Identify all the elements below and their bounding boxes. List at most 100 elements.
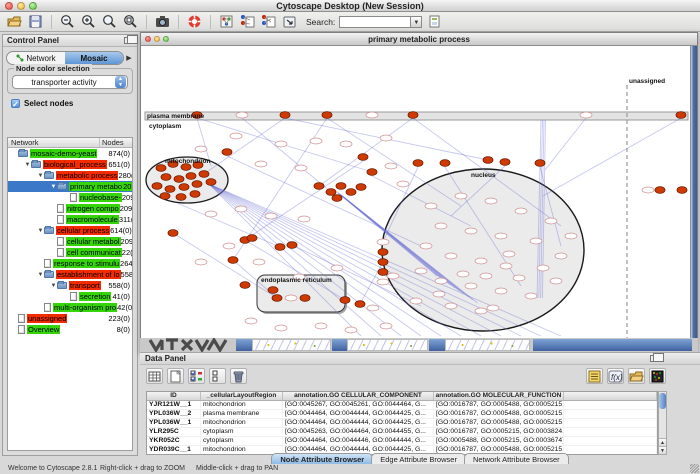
gene-node[interactable] xyxy=(495,288,507,294)
node-color-select[interactable]: transporter activity ▲▼ xyxy=(12,75,128,89)
network-vertical-scrollbar[interactable] xyxy=(690,46,697,338)
selected-gene-node[interactable] xyxy=(336,183,346,190)
gene-node[interactable] xyxy=(380,323,392,329)
zoom-out-icon[interactable] xyxy=(59,14,76,30)
zoom-fit-icon[interactable] xyxy=(122,14,139,30)
tab-overflow-button[interactable]: ▶ xyxy=(124,54,134,62)
gene-node[interactable] xyxy=(345,327,357,333)
gene-node[interactable] xyxy=(457,271,469,277)
gene-node[interactable] xyxy=(580,112,592,118)
gene-node[interactable] xyxy=(433,291,445,297)
gene-node[interactable] xyxy=(465,283,477,289)
tree-row-macromolecule[interactable]: macromolecule311(0) xyxy=(8,214,132,225)
selected-gene-node[interactable] xyxy=(378,259,388,266)
gene-node[interactable] xyxy=(380,135,392,141)
selected-gene-node[interactable] xyxy=(275,244,285,251)
gene-node[interactable] xyxy=(475,308,487,314)
selected-gene-node[interactable] xyxy=(535,160,545,167)
column-header-2[interactable]: annotation.GO CELLULAR_COMPONENT xyxy=(283,392,434,400)
gene-node[interactable] xyxy=(435,223,447,229)
tree-row-response-to-stimulu[interactable]: response to stimulu264(0) xyxy=(8,258,132,269)
tree-row-nitrogen-compo[interactable]: nitrogen compo209(0) xyxy=(8,203,132,214)
table-row[interactable]: YPL036W__1mitochondrion[GO:0044464, GO:0… xyxy=(147,419,657,428)
expand-arrow-icon[interactable]: ▼ xyxy=(50,184,57,190)
gene-node[interactable] xyxy=(310,138,322,144)
selected-gene-node[interactable] xyxy=(322,112,332,119)
selected-gene-node[interactable] xyxy=(367,169,377,176)
function-builder-icon[interactable]: f(x) xyxy=(607,368,624,384)
gene-node[interactable] xyxy=(236,112,248,118)
select-nodes-checkbox[interactable]: ✓ xyxy=(11,99,20,108)
gene-node[interactable] xyxy=(500,263,512,269)
gene-node[interactable] xyxy=(435,278,447,284)
table-row[interactable]: YPL036W__2plasma membrane[GO:0044464, GO… xyxy=(147,410,657,419)
attribute-table-icon[interactable] xyxy=(146,368,163,384)
gene-node[interactable] xyxy=(255,161,267,167)
selected-gene-node[interactable] xyxy=(152,183,162,190)
selected-gene-node[interactable] xyxy=(206,179,216,186)
gene-node[interactable] xyxy=(485,198,497,204)
selected-gene-node[interactable] xyxy=(378,249,388,256)
gene-node[interactable] xyxy=(495,233,507,239)
column-header-0[interactable]: ID xyxy=(147,392,201,400)
selected-gene-node[interactable] xyxy=(326,189,336,196)
gene-node[interactable] xyxy=(253,259,265,265)
gene-node[interactable] xyxy=(397,181,409,187)
gene-node[interactable] xyxy=(230,133,242,139)
tree-row-nucleobase-[interactable]: nucleobase-209(0) xyxy=(8,192,132,203)
gene-node[interactable] xyxy=(642,187,654,193)
gene-node[interactable] xyxy=(515,208,527,214)
tab-mosaic[interactable]: Mosaic xyxy=(65,52,123,64)
gene-node[interactable] xyxy=(298,216,310,222)
selected-gene-node[interactable] xyxy=(280,112,290,119)
gene-node[interactable] xyxy=(420,243,432,249)
selected-gene-node[interactable] xyxy=(340,297,350,304)
column-header-1[interactable]: _cellularLayoutRegion xyxy=(201,392,283,400)
gene-node[interactable] xyxy=(513,275,525,281)
gene-node[interactable] xyxy=(275,141,287,147)
window-resize-grip[interactable] xyxy=(690,464,699,473)
selected-gene-node[interactable] xyxy=(356,184,366,191)
tree-column-network[interactable]: Network xyxy=(8,138,100,147)
import-network-icon[interactable] xyxy=(239,14,256,30)
tree-row-overview[interactable]: Overview8(0) xyxy=(8,324,132,335)
selected-gene-node[interactable] xyxy=(378,269,388,276)
expand-arrow-icon[interactable]: ▼ xyxy=(37,272,44,278)
expand-arrow-icon[interactable]: ▼ xyxy=(37,228,44,234)
selected-gene-node[interactable] xyxy=(190,191,200,198)
selected-gene-node[interactable] xyxy=(268,287,278,294)
float-panel-icon[interactable] xyxy=(650,355,659,362)
gene-node[interactable] xyxy=(295,165,307,171)
open-icon[interactable] xyxy=(6,14,23,30)
gene-node[interactable] xyxy=(195,146,207,152)
gene-node[interactable] xyxy=(465,228,477,234)
selected-gene-node[interactable] xyxy=(655,187,665,194)
selected-gene-node[interactable] xyxy=(408,112,418,119)
selected-gene-node[interactable] xyxy=(199,171,209,178)
selected-gene-node[interactable] xyxy=(676,112,686,119)
gene-node[interactable] xyxy=(223,243,235,249)
selected-gene-node[interactable] xyxy=(192,181,202,188)
selected-gene-node[interactable] xyxy=(346,189,356,196)
tab-network[interactable]: Network xyxy=(7,52,65,64)
zoom-selected-icon[interactable] xyxy=(101,14,118,30)
expand-arrow-icon[interactable]: ▼ xyxy=(50,283,57,289)
tree-row-biological-process[interactable]: ▼biological_process651(0) xyxy=(8,159,132,170)
tree-row-primary-metabo[interactable]: ▼primary metabo209(... xyxy=(8,181,132,192)
selected-gene-node[interactable] xyxy=(165,186,175,193)
gene-node[interactable] xyxy=(285,295,297,301)
network-view-titlebar[interactable]: primary metabolic process xyxy=(141,33,697,46)
gene-node[interactable] xyxy=(445,303,457,309)
tree-row-mosaic-demo-yeast[interactable]: mosaic-demo-yeast874(0) xyxy=(8,148,132,159)
plugin-manager-icon[interactable] xyxy=(281,14,298,30)
new-attribute-icon[interactable] xyxy=(167,368,184,384)
selected-gene-node[interactable] xyxy=(186,173,196,180)
gene-node[interactable] xyxy=(265,213,277,219)
selected-gene-node[interactable] xyxy=(483,157,493,164)
tree-row-multi-organism-pro[interactable]: multi-organism pro42(0) xyxy=(8,302,132,313)
selected-gene-node[interactable] xyxy=(222,149,232,156)
search-dropdown-arrow-icon[interactable]: ▼ xyxy=(411,16,422,28)
gene-node[interactable] xyxy=(445,253,457,259)
expand-arrow-icon[interactable]: ▼ xyxy=(24,162,31,168)
gene-node[interactable] xyxy=(205,211,217,217)
